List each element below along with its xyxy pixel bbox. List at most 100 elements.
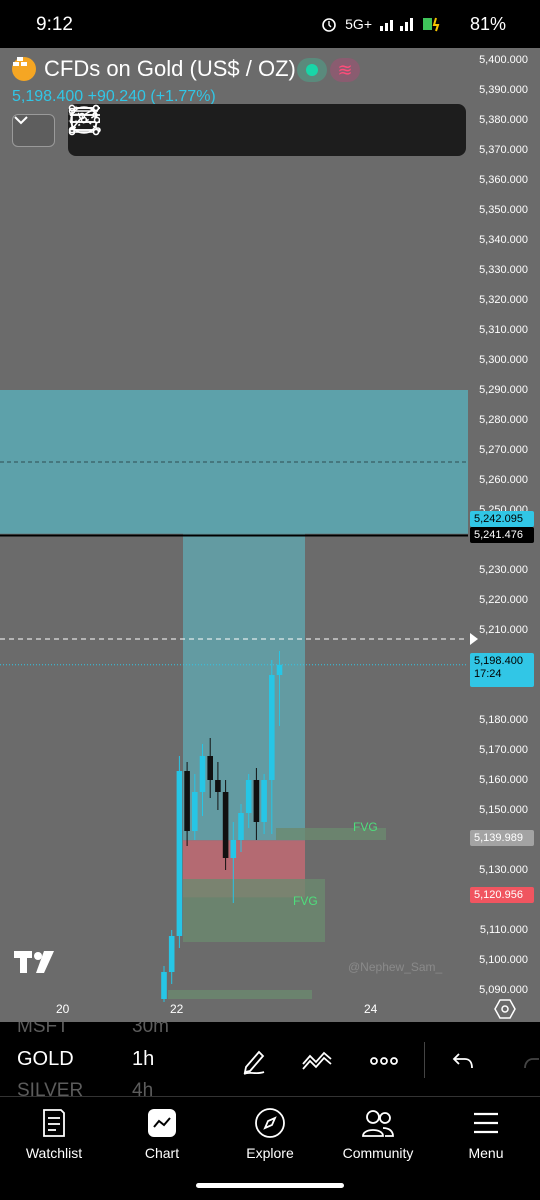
candle-body bbox=[238, 813, 244, 840]
price-chart[interactable] bbox=[0, 48, 540, 1022]
compass-icon bbox=[255, 1108, 285, 1138]
fib-extension-icon[interactable] bbox=[69, 106, 248, 154]
black-line-tag: 5,241.476 bbox=[470, 527, 534, 543]
current-price-tag: 5,198.400 17:24 bbox=[470, 653, 534, 687]
y-axis-tick: 5,090.000 bbox=[479, 984, 528, 996]
symbol-title: CFDs on Gold (US$ / OZ) bbox=[44, 56, 296, 81]
timeframe-selector[interactable]: 1h bbox=[132, 1048, 154, 1071]
y-axis-tick: 5,180.000 bbox=[479, 714, 528, 726]
chevron-down-icon bbox=[14, 116, 28, 125]
candle-body bbox=[192, 792, 198, 831]
bar-countdown: 17:24 bbox=[474, 668, 502, 680]
symbol-strip: MSFT 30m GOLD 1h SILVER 4h bbox=[0, 1022, 540, 1096]
y-axis-tick: 5,280.000 bbox=[479, 414, 528, 426]
fvg-label-lower: FVG bbox=[293, 894, 318, 908]
rectangle-icon[interactable] bbox=[68, 104, 300, 154]
nav-menu[interactable]: Menu bbox=[432, 1105, 540, 1169]
collapse-toolbar-button[interactable] bbox=[12, 114, 55, 147]
active-symbol-row: GOLD 1h bbox=[0, 1042, 540, 1078]
candle-body bbox=[230, 840, 237, 858]
undo-icon[interactable] bbox=[446, 1044, 480, 1078]
y-axis-tick: 5,290.000 bbox=[479, 384, 528, 396]
path-icon[interactable] bbox=[68, 104, 404, 154]
y-axis-tick: 5,160.000 bbox=[479, 774, 528, 786]
redo-icon[interactable] bbox=[514, 1044, 540, 1078]
fvg-zone-lower bbox=[183, 879, 325, 942]
fvg-label-upper: FVG bbox=[353, 820, 378, 834]
y-axis-tick: 5,360.000 bbox=[479, 174, 528, 186]
current-price-value: 5,198.400 bbox=[474, 655, 523, 667]
circle-icon[interactable] bbox=[70, 106, 456, 154]
price-change-pct: (+1.77%) bbox=[150, 88, 216, 105]
y-axis-tick: 5,350.000 bbox=[479, 204, 528, 216]
candle-body bbox=[222, 792, 229, 858]
symbol-selector[interactable]: GOLD bbox=[17, 1048, 74, 1071]
horizontal-ray-icon[interactable] bbox=[68, 106, 352, 154]
chart-icon bbox=[148, 1109, 176, 1137]
indicators-icon[interactable] bbox=[300, 1044, 334, 1078]
y-axis-tick: 5,220.000 bbox=[479, 594, 528, 606]
signal-icon bbox=[380, 18, 413, 31]
prev-symbol[interactable]: MSFT bbox=[17, 1022, 69, 1038]
candle-body bbox=[161, 972, 167, 999]
red-level-tag: 5,120.956 bbox=[470, 887, 534, 903]
candle-body bbox=[184, 771, 190, 831]
nav-explore-label: Explore bbox=[246, 1145, 294, 1161]
market-open-indicator bbox=[297, 58, 327, 82]
x-axis-label-22: 22 bbox=[170, 1002, 184, 1016]
next-symbol[interactable]: SILVER bbox=[17, 1080, 83, 1096]
y-axis-tick: 5,260.000 bbox=[479, 474, 528, 486]
home-indicator[interactable] bbox=[196, 1183, 344, 1188]
candle-body bbox=[261, 780, 267, 822]
fib-retracement-icon[interactable] bbox=[69, 105, 196, 154]
y-axis-tick: 5,130.000 bbox=[479, 864, 528, 876]
y-axis-tick: 5,340.000 bbox=[479, 234, 528, 246]
menu-icon bbox=[474, 1112, 498, 1134]
gold-bars-icon bbox=[12, 57, 36, 81]
y-axis-tick: 5,150.000 bbox=[479, 804, 528, 816]
nav-chart-label: Chart bbox=[144, 1145, 180, 1161]
target-box bbox=[183, 533, 305, 841]
candle-body bbox=[215, 780, 221, 792]
more-options-icon[interactable] bbox=[367, 1044, 401, 1078]
prev-timeframe[interactable]: 30m bbox=[132, 1022, 169, 1038]
battery-level: 81% bbox=[469, 14, 506, 34]
bottom-navigation: Watchlist Chart Explore Community Menu bbox=[0, 1096, 540, 1200]
toolbar-divider bbox=[424, 1042, 425, 1078]
next-timeframe[interactable]: 4h bbox=[132, 1080, 153, 1096]
nav-explore[interactable]: Explore bbox=[216, 1105, 324, 1169]
y-axis-tick: 5,100.000 bbox=[479, 954, 528, 966]
y-axis-tick: 5,170.000 bbox=[479, 744, 528, 756]
status-bar: 9:12 5G+ 81% bbox=[0, 0, 540, 48]
nav-chart[interactable]: Chart bbox=[108, 1105, 216, 1169]
candle-body bbox=[276, 664, 283, 675]
candle-body bbox=[253, 780, 260, 822]
watchlist-icon bbox=[43, 1109, 65, 1137]
y-axis-tick: 5,330.000 bbox=[479, 264, 528, 276]
wave-icon[interactable]: ≋ bbox=[330, 58, 360, 82]
symbol-header[interactable]: CFDs on Gold (US$ / OZ) bbox=[12, 56, 296, 82]
y-axis-tick: 5,110.000 bbox=[479, 924, 528, 936]
y-axis-tick: 5,400.000 bbox=[479, 54, 528, 66]
watermark: @Nephew_Sam_ bbox=[348, 960, 443, 974]
y-axis-tick: 5,270.000 bbox=[479, 444, 528, 456]
network-label: 5G+ bbox=[345, 16, 372, 32]
nav-community[interactable]: Community bbox=[324, 1105, 432, 1169]
y-axis-tick: 5,300.000 bbox=[479, 354, 528, 366]
candle-body bbox=[207, 756, 213, 780]
nav-watchlist[interactable]: Watchlist bbox=[0, 1105, 108, 1169]
draw-pencil-icon[interactable] bbox=[237, 1044, 271, 1078]
drawing-toolbar bbox=[68, 104, 466, 156]
candle-body bbox=[245, 780, 252, 813]
y-axis-tick: 5,390.000 bbox=[479, 84, 528, 96]
status-icons: 5G+ bbox=[321, 16, 444, 32]
gray-level-tag: 5,139.989 bbox=[470, 830, 534, 846]
y-axis-tick: 5,230.000 bbox=[479, 564, 528, 576]
fvg-zone-bottom bbox=[168, 990, 312, 999]
y-axis-tick: 5,380.000 bbox=[479, 114, 528, 126]
chart-area[interactable]: CFDs on Gold (US$ / OZ) ≋ 5,198.400 +90.… bbox=[0, 48, 540, 1022]
status-time: 9:12 bbox=[36, 14, 73, 35]
y-axis-tick: 5,310.000 bbox=[479, 324, 528, 336]
price-change: +90.240 bbox=[87, 88, 146, 105]
last-price: 5,198.400 bbox=[12, 88, 84, 105]
